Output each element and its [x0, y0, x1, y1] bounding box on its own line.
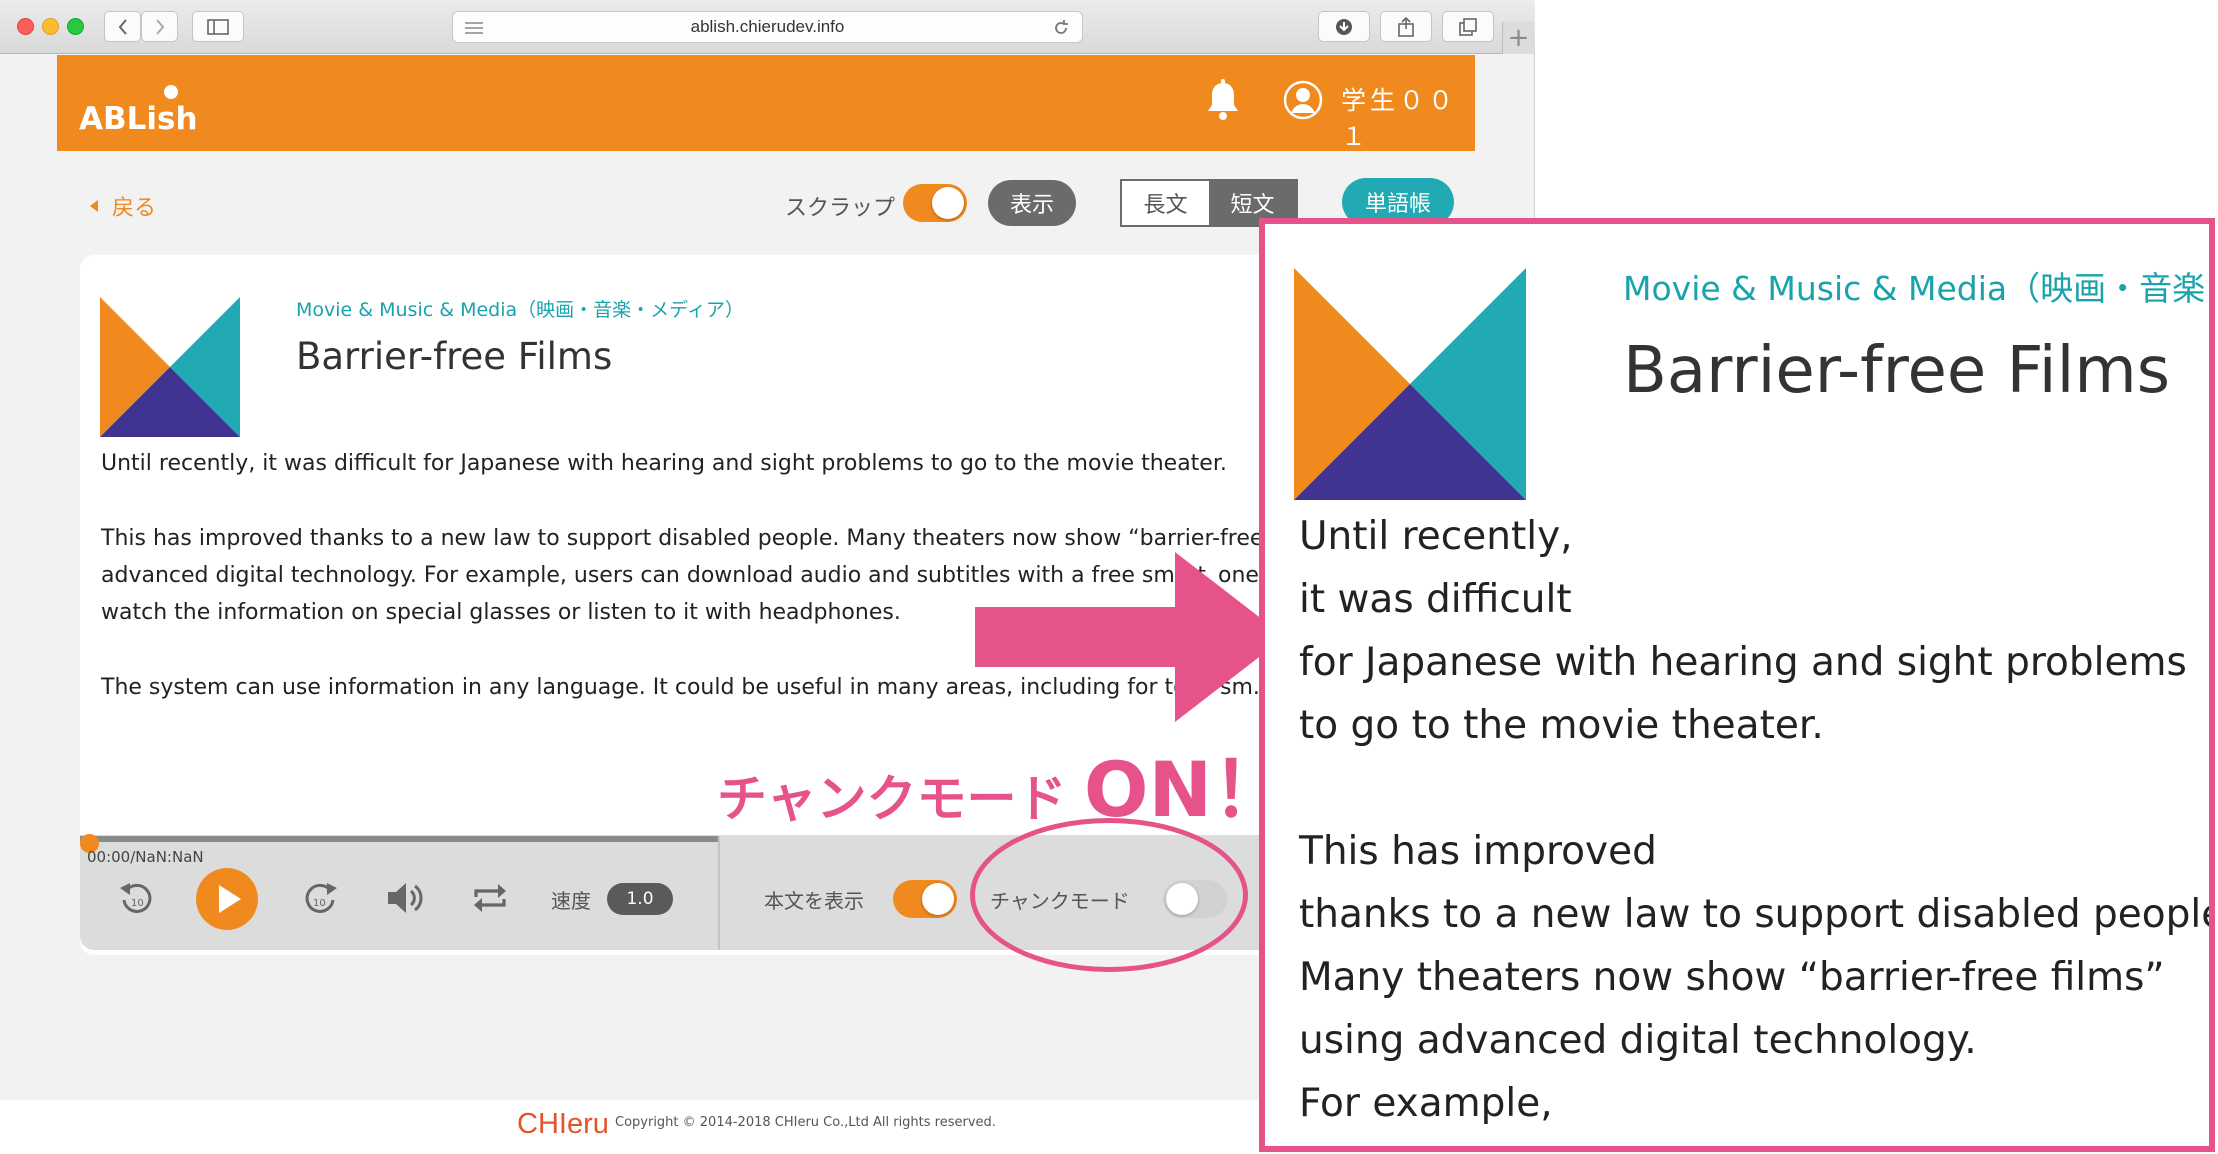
tabs-overview-button[interactable]	[1442, 11, 1494, 42]
article-category: Movie & Music & Media（映画・音楽	[1623, 269, 2206, 308]
toggle-knob	[932, 187, 964, 219]
sidebar-icon	[207, 18, 229, 35]
share-button[interactable]	[1380, 11, 1432, 42]
scrap-label: スクラップ	[785, 196, 896, 221]
chunk-line: Until recently,	[1299, 514, 1573, 559]
chunk-line: thanks to a new law to support disabled …	[1299, 892, 2215, 937]
minimize-window-button[interactable]	[42, 18, 59, 35]
article-paragraph: watch the information on special glasses…	[101, 600, 901, 625]
url-text: ablish.chierudev.info	[690, 17, 845, 36]
chevron-left-icon	[118, 18, 127, 35]
download-icon	[1336, 18, 1352, 35]
article-title: Barrier-free Films	[1623, 334, 2171, 408]
show-text-toggle[interactable]	[893, 880, 957, 918]
article-thumbnail	[100, 297, 240, 437]
back-nav-button[interactable]	[104, 11, 141, 42]
show-text-label: 本文を表示	[764, 889, 864, 913]
player-divider	[718, 836, 720, 950]
svg-text:10: 10	[313, 898, 326, 909]
annotation-text: チャンクモード	[717, 770, 1067, 828]
time-display: 00:00/NaN:NaN	[87, 848, 204, 866]
repeat-icon[interactable]	[472, 881, 508, 915]
rewind-10-icon[interactable]: 10	[117, 878, 157, 918]
chunk-line: for Japanese with hearing and sight prob…	[1299, 640, 2187, 685]
show-button[interactable]: 表示	[988, 180, 1076, 226]
download-button[interactable]	[1318, 11, 1370, 42]
screenshot-stage: ablish.chierudev.info + ABLish 学生００１ 戻る …	[0, 0, 2218, 1154]
caret-left-icon	[90, 200, 98, 212]
chunk-line: This has improved	[1299, 829, 1657, 874]
reload-icon[interactable]	[1052, 19, 1070, 37]
share-icon	[1398, 16, 1414, 37]
speed-selector[interactable]: 1.0	[607, 883, 673, 915]
forward-nav-button[interactable]	[141, 11, 178, 42]
notification-bell-icon[interactable]	[1203, 79, 1243, 123]
app-header: ABLish 学生００１	[57, 55, 1475, 151]
chunk-line: to go to the movie theater.	[1299, 703, 1824, 748]
back-link[interactable]: 戻る	[90, 190, 156, 222]
play-button[interactable]	[196, 868, 258, 930]
tabs-icon	[1459, 17, 1477, 36]
sidebar-toggle-button[interactable]	[192, 11, 244, 42]
reader-list-icon	[465, 22, 483, 34]
volume-icon[interactable]	[386, 880, 424, 916]
progress-track[interactable]	[80, 836, 720, 842]
article-thumbnail	[1294, 268, 1526, 500]
toggle-knob	[922, 883, 954, 915]
arrow-right-icon	[975, 552, 1285, 722]
article-category[interactable]: Movie & Music & Media（映画・音楽・メディア）	[296, 295, 744, 322]
forward-10-icon[interactable]: 10	[300, 878, 340, 918]
svg-text:10: 10	[131, 898, 144, 909]
long-text-tab[interactable]: 長文	[1122, 181, 1209, 225]
chieru-logo: CHIeru	[517, 1108, 609, 1140]
chunk-mode-on-annotation: チャンクモード ON！	[717, 728, 1288, 838]
user-name[interactable]: 学生００１	[1341, 81, 1475, 153]
copyright-text: Copyright © 2014-2018 CHIeru Co.,Ltd All…	[615, 1115, 996, 1130]
maximize-window-button[interactable]	[67, 18, 84, 35]
scrap-toggle[interactable]	[903, 184, 967, 222]
highlight-ellipse	[970, 818, 1248, 972]
chunk-line: it was difficult	[1299, 577, 1572, 622]
article-paragraph: Until recently, it was difficult for Jap…	[101, 451, 1227, 476]
browser-titlebar: ablish.chierudev.info +	[0, 0, 1535, 54]
user-avatar-icon[interactable]	[1283, 80, 1323, 120]
chunk-line: For example,	[1299, 1081, 1553, 1126]
article-title: Barrier-free Films	[296, 335, 613, 378]
address-bar[interactable]: ablish.chierudev.info	[452, 11, 1083, 43]
logo-text: ABLish	[79, 101, 198, 135]
zoomed-chunk-view: Movie & Music & Media（映画・音楽 Barrier-free…	[1259, 218, 2215, 1152]
back-label: 戻る	[112, 196, 157, 221]
close-window-button[interactable]	[17, 18, 34, 35]
chunk-line: using advanced digital technology.	[1299, 1018, 1977, 1063]
speed-label: 速度	[551, 889, 591, 913]
play-icon	[219, 885, 241, 913]
chunk-line: Many theaters now show “barrier-free fil…	[1299, 955, 2165, 1000]
ablish-logo[interactable]: ABLish	[79, 85, 229, 135]
chevron-right-icon	[155, 18, 164, 35]
new-tab-button[interactable]: +	[1502, 22, 1534, 54]
